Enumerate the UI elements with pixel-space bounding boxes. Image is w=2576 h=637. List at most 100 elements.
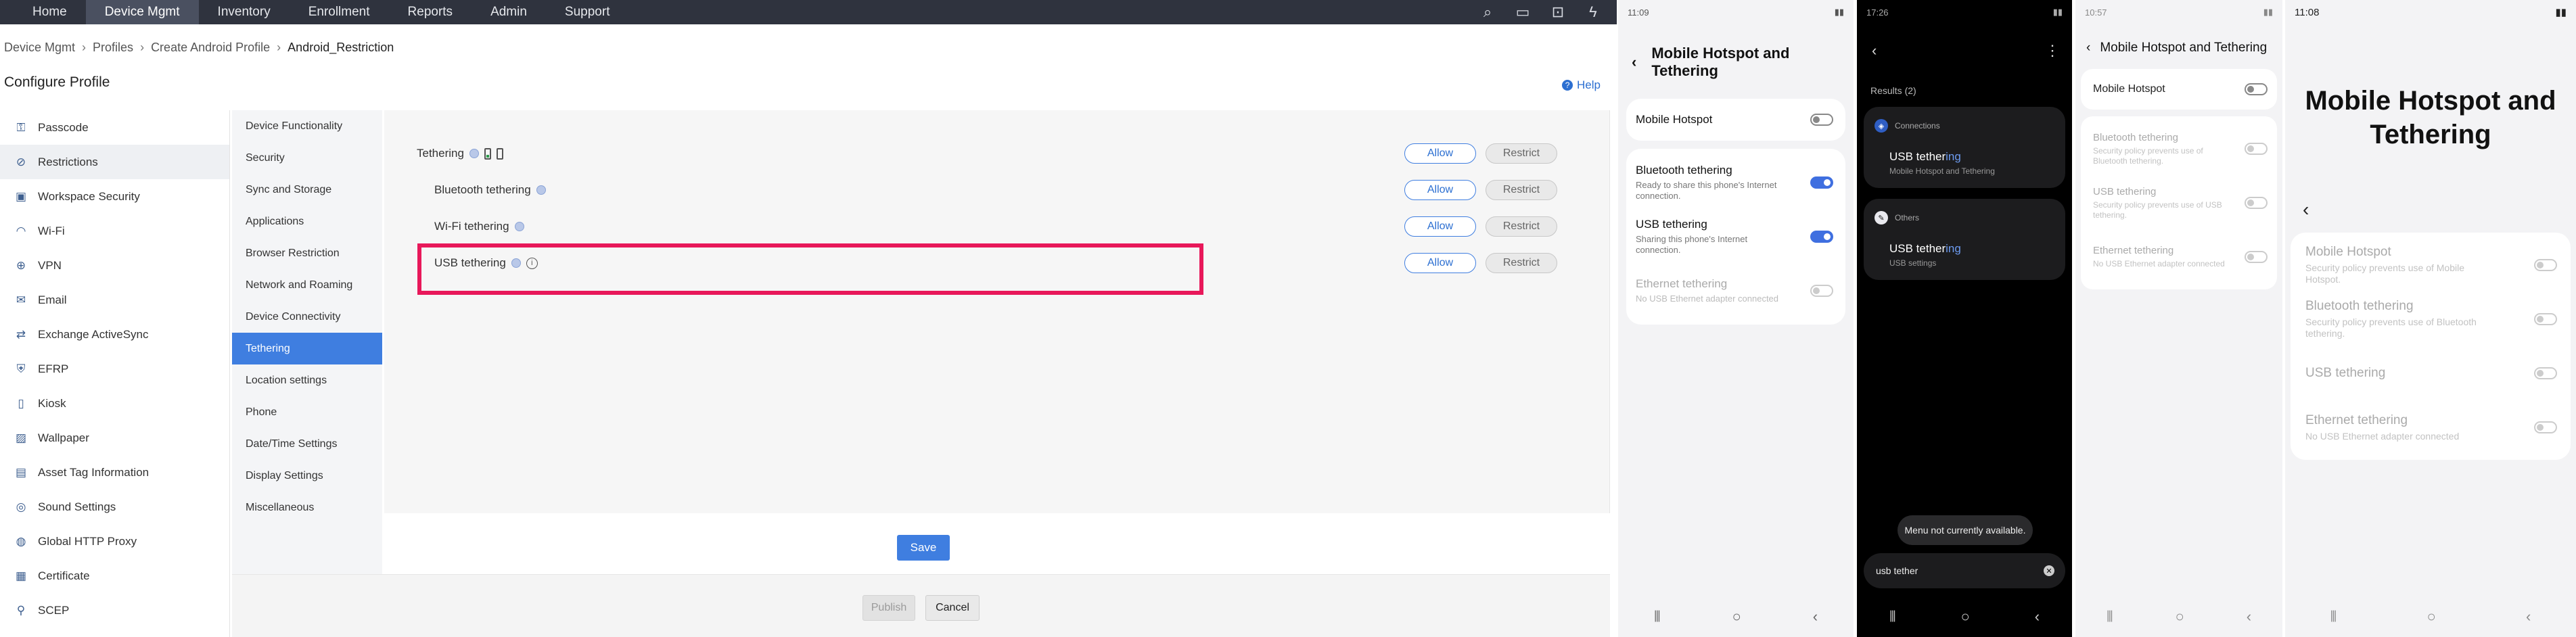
- asset-tag-icon: ▤: [15, 465, 27, 479]
- sidebar-item-certificate[interactable]: ▦ Certificate: [0, 559, 229, 593]
- publish-button[interactable]: Publish: [862, 595, 915, 621]
- recents-icon[interactable]: ⦀: [1889, 608, 1896, 626]
- toggle-switch[interactable]: [1810, 231, 1833, 243]
- sidebar-item-asset-tag[interactable]: ▤ Asset Tag Information: [0, 455, 229, 490]
- subnav-misc[interactable]: Miscellaneous: [232, 492, 382, 523]
- allow-button[interactable]: Allow: [1404, 180, 1476, 200]
- cancel-button[interactable]: Cancel: [925, 595, 980, 621]
- subnav-phone[interactable]: Phone: [232, 396, 382, 428]
- sidebar-item-workspace-security[interactable]: ▣ Workspace Security: [0, 179, 229, 214]
- nav-inventory[interactable]: Inventory: [199, 0, 290, 24]
- search-icon[interactable]: ⌕: [1479, 3, 1496, 21]
- sidebar-item-wallpaper[interactable]: ▨ Wallpaper: [0, 421, 229, 455]
- restrict-button[interactable]: Restrict: [1486, 216, 1557, 237]
- breadcrumb-device-mgmt[interactable]: Device Mgmt: [4, 41, 75, 55]
- back-icon[interactable]: ‹: [1632, 53, 1636, 71]
- sidebar-item-exchange[interactable]: ⇄ Exchange ActiveSync: [0, 317, 229, 352]
- subnav-browser-restriction[interactable]: Browser Restriction: [232, 237, 382, 269]
- help-link[interactable]: ? Help: [1562, 78, 1601, 92]
- search-result-item[interactable]: USB tethering: [1889, 242, 2054, 256]
- back-nav-icon[interactable]: ‹: [1813, 608, 1818, 626]
- tethering-options: Mobile Hotspot Security policy prevents u…: [2291, 233, 2571, 460]
- back-icon[interactable]: ‹: [1872, 42, 1877, 60]
- subnav-tethering[interactable]: Tethering: [232, 333, 382, 364]
- nav-admin[interactable]: Admin: [472, 0, 546, 24]
- system-nav-bar: ⦀ ○ ‹: [1857, 596, 2072, 637]
- recents-icon[interactable]: ⦀: [1654, 608, 1661, 626]
- subnav-network-roaming[interactable]: Network and Roaming: [232, 269, 382, 301]
- clear-icon[interactable]: ✕: [2044, 565, 2054, 576]
- toggle-switch[interactable]: [1810, 176, 1833, 189]
- nav-device-mgmt[interactable]: Device Mgmt: [85, 0, 199, 24]
- subnav-security[interactable]: Security: [232, 142, 382, 174]
- mobile-hotspot-item[interactable]: Mobile Hotspot: [2081, 69, 2277, 110]
- back-nav-icon[interactable]: ‹: [2035, 608, 2040, 626]
- sidebar-item-scep[interactable]: ⚲ SCEP: [0, 593, 229, 628]
- restrict-button[interactable]: Restrict: [1486, 253, 1557, 273]
- vpn-icon: ⊕: [16, 258, 26, 272]
- lock-icon[interactable]: ⊡: [1549, 3, 1567, 21]
- mobile-hotspot-item[interactable]: Mobile Hotspot: [1626, 99, 1845, 141]
- sidebar-item-sound[interactable]: ◎ Sound Settings: [0, 490, 229, 524]
- home-icon[interactable]: ○: [2427, 608, 2436, 626]
- screen-header: ‹ Mobile Hotspot and Tethering: [1618, 24, 1854, 93]
- breadcrumb-profiles[interactable]: Profiles: [93, 41, 133, 55]
- restrict-button[interactable]: Restrict: [1486, 180, 1557, 200]
- search-result-group: ✎ Others USB tethering USB settings: [1864, 199, 2065, 280]
- home-icon[interactable]: ○: [2176, 608, 2184, 626]
- item-subtitle: Sharing this phone's Internet connection…: [1636, 234, 1748, 255]
- save-button[interactable]: Save: [897, 535, 950, 561]
- more-options-icon[interactable]: ⋮: [2045, 42, 2060, 60]
- system-nav-bar: ⦀ ○ ‹: [2285, 596, 2576, 637]
- passcode-icon: ⚿: [16, 120, 26, 134]
- nav-support[interactable]: Support: [546, 0, 629, 24]
- bolt-icon[interactable]: ϟ: [1584, 3, 1602, 21]
- video-icon[interactable]: ▭: [1514, 3, 1532, 21]
- subnav-sync-storage[interactable]: Sync and Storage: [232, 174, 382, 206]
- back-nav-icon[interactable]: ‹: [2247, 608, 2251, 626]
- sidebar-item-wifi[interactable]: ◠ Wi-Fi: [0, 214, 229, 248]
- recents-icon[interactable]: ⦀: [2107, 608, 2113, 626]
- sidebar-item-kiosk[interactable]: ▯ Kiosk: [0, 386, 229, 421]
- item-title: Bluetooth tethering: [2305, 299, 2414, 313]
- recents-icon[interactable]: ⦀: [2330, 608, 2337, 626]
- allow-button[interactable]: Allow: [1404, 216, 1476, 237]
- subnav-device-connectivity[interactable]: Device Connectivity: [232, 301, 382, 333]
- admin-console: Home Device Mgmt Inventory Enrollment Re…: [0, 0, 1617, 637]
- sidebar-item-email[interactable]: ✉ Email: [0, 283, 229, 317]
- search-input[interactable]: usb tether ✕: [1864, 553, 2065, 588]
- results-count: Results (2): [1870, 85, 1916, 96]
- sidebar-item-proxy[interactable]: ◍ Global HTTP Proxy: [0, 524, 229, 559]
- tethering-settings-panel: Tethering Allow Restrict Bluetooth tethe…: [384, 110, 1610, 513]
- breadcrumb-create-android-profile[interactable]: Create Android Profile: [151, 41, 270, 55]
- subnav-location[interactable]: Location settings: [232, 364, 382, 396]
- toggle-switch[interactable]: [1810, 114, 1833, 126]
- subnav-applications[interactable]: Applications: [232, 206, 382, 237]
- home-icon[interactable]: ○: [1732, 608, 1741, 626]
- bluetooth-tethering-item[interactable]: Bluetooth tethering Ready to share this p…: [1626, 156, 1845, 210]
- nav-enrollment[interactable]: Enrollment: [290, 0, 389, 24]
- sidebar-item-restrictions[interactable]: ⊘ Restrictions: [0, 145, 229, 179]
- usb-tethering-item[interactable]: USB tethering Sharing this phone's Intern…: [1626, 210, 1845, 264]
- sidebar-item-vpn[interactable]: ⊕ VPN: [0, 248, 229, 283]
- home-icon[interactable]: ○: [1961, 608, 1970, 626]
- back-icon[interactable]: ‹: [2303, 199, 2576, 220]
- allow-button[interactable]: Allow: [1404, 143, 1476, 164]
- search-result-item[interactable]: USB tethering: [1889, 150, 2054, 164]
- sidebar-item-passcode[interactable]: ⚿ Passcode: [0, 110, 229, 145]
- nav-reports[interactable]: Reports: [389, 0, 472, 24]
- toggle-switch[interactable]: [2245, 83, 2268, 95]
- restrict-button[interactable]: Restrict: [1486, 143, 1557, 164]
- back-nav-icon[interactable]: ‹: [2526, 608, 2531, 626]
- nav-home[interactable]: Home: [14, 0, 86, 24]
- item-title: Mobile Hotspot: [2093, 83, 2165, 95]
- help-label: Help: [1577, 78, 1601, 91]
- mobile-hotspot-item: Mobile Hotspot Security policy prevents u…: [2291, 238, 2571, 292]
- item-title: USB tethering: [2305, 366, 2386, 380]
- back-icon[interactable]: ‹: [2086, 41, 2090, 55]
- subnav-display[interactable]: Display Settings: [232, 460, 382, 492]
- allow-button[interactable]: Allow: [1404, 253, 1476, 273]
- sidebar-item-efrp[interactable]: ⛨ EFRP: [0, 352, 229, 386]
- subnav-datetime[interactable]: Date/Time Settings: [232, 428, 382, 460]
- subnav-device-functionality[interactable]: Device Functionality: [232, 110, 382, 142]
